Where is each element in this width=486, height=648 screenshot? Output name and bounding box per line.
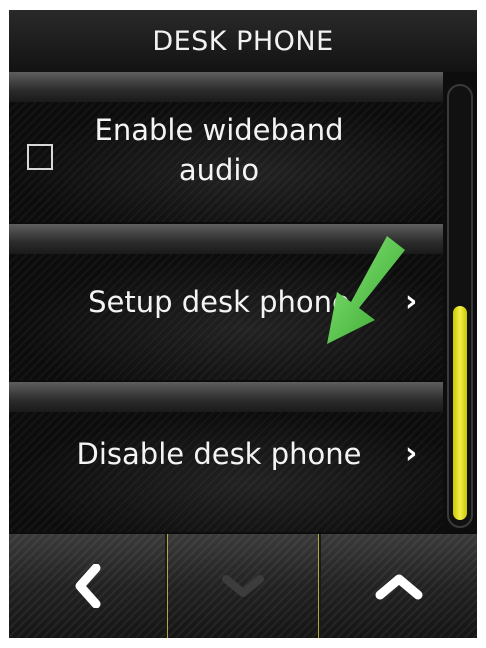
label-line-2: audio bbox=[178, 153, 260, 187]
label-line-1: Enable wideband bbox=[94, 113, 344, 147]
back-button[interactable] bbox=[9, 534, 165, 638]
bottom-nav bbox=[9, 534, 477, 638]
chevron-right-icon: › bbox=[405, 436, 418, 471]
scroll-down-button[interactable] bbox=[167, 534, 319, 638]
scrollbar-thumb[interactable] bbox=[453, 306, 467, 520]
annotation-arrow-icon bbox=[327, 236, 405, 344]
list-item-wideband-audio[interactable]: Enable wideband audio bbox=[9, 72, 443, 222]
chevron-up-icon bbox=[375, 574, 423, 600]
chevron-left-icon bbox=[75, 564, 101, 608]
page-title: DESK PHONE bbox=[9, 10, 477, 72]
row-divider bbox=[9, 72, 443, 102]
list-item-label: Enable wideband audio bbox=[69, 110, 369, 190]
page-title-text: DESK PHONE bbox=[152, 25, 334, 57]
scroll-up-button[interactable] bbox=[321, 534, 477, 638]
wideband-audio-checkbox[interactable] bbox=[27, 144, 53, 170]
device-screen: DESK PHONE Enable wideband audio Setup d… bbox=[9, 10, 477, 638]
list-item-label: Disable desk phone bbox=[76, 437, 362, 471]
chevron-down-icon bbox=[222, 575, 264, 597]
settings-list: Enable wideband audio Setup desk phone ›… bbox=[9, 72, 443, 532]
row-divider bbox=[9, 382, 443, 412]
list-item-disable-desk-phone[interactable]: Disable desk phone › bbox=[9, 382, 443, 532]
